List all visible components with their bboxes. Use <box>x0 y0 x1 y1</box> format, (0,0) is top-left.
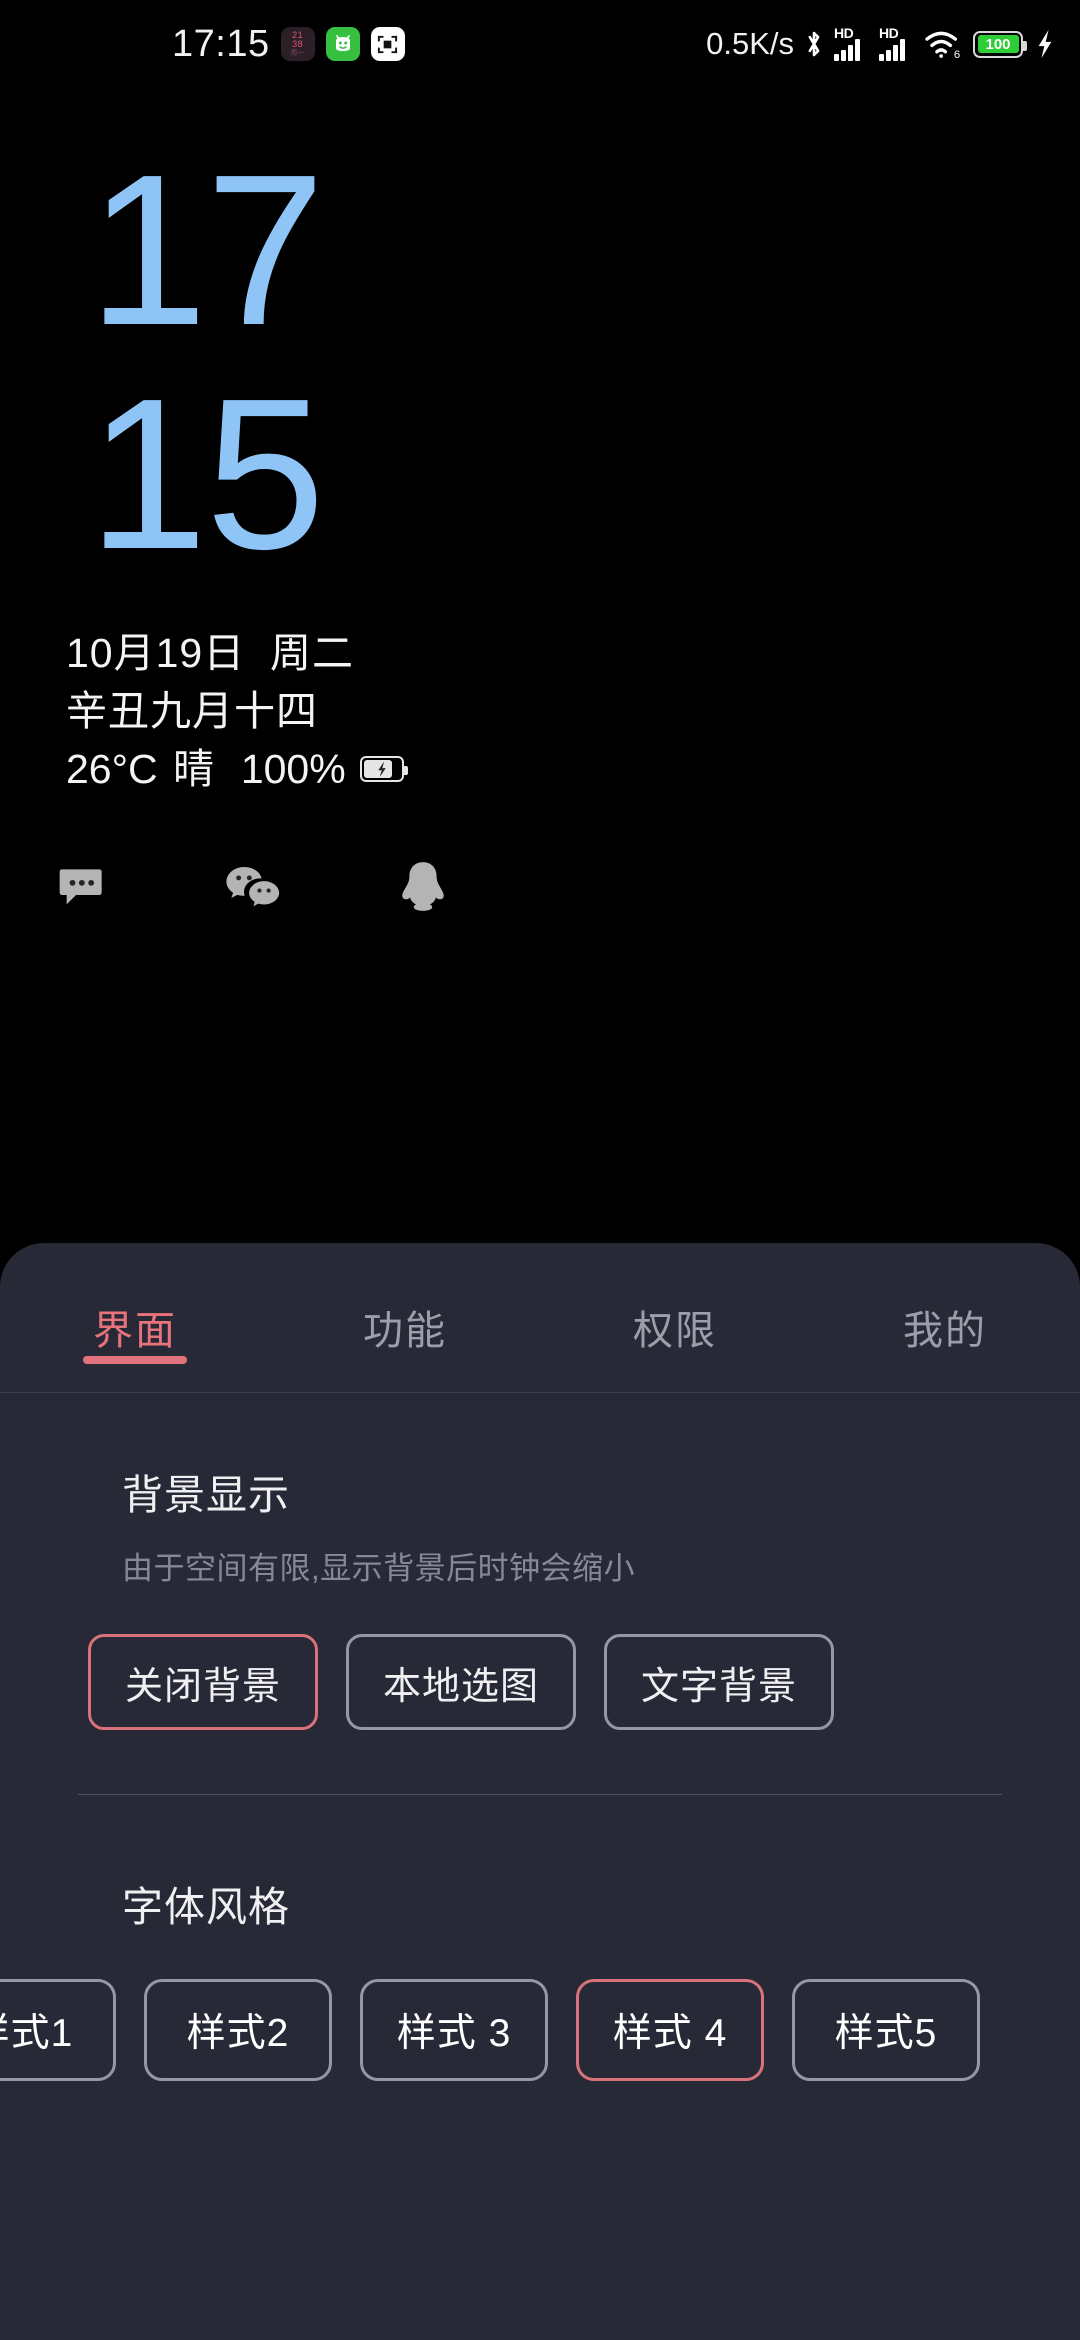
sim2-bars <box>879 39 905 61</box>
status-battery-level: 100 <box>985 35 1011 53</box>
lunar-date: 辛丑九月十四 <box>66 688 318 735</box>
font-style-chip-row[interactable]: 样式1 样式2 样式 3 样式 4 样式5 <box>0 1933 1080 2081</box>
font-style-chip-3-label: 样式 3 <box>396 2012 512 2055</box>
tab-interface-label: 界面 <box>93 1309 177 1353</box>
svg-text:6: 6 <box>954 49 960 61</box>
gregorian-date: 10月19日 周二 <box>66 629 354 676</box>
sim2-signal-icon: HD <box>879 25 915 61</box>
tab-permission-label: 权限 <box>633 1309 717 1353</box>
status-battery-icon: 100 <box>973 30 1027 58</box>
qq-penguin-icon <box>402 861 444 911</box>
font-style-chip-5[interactable]: 样式5 <box>792 1979 980 2081</box>
widget-notification-line2: 38 <box>292 39 304 49</box>
android-face-icon <box>335 35 350 51</box>
widget-charging-bolt-icon <box>377 761 386 778</box>
font-style-chip-1[interactable]: 样式1 <box>0 1979 116 2081</box>
background-display-section: 背景显示 由于空间有限,显示背景后时钟会缩小 关闭背景 本地选图 文字背景 <box>0 1393 1080 1730</box>
date-block: 10月19日 周二 辛丑九月十四 26°C 晴 100% <box>0 624 1080 799</box>
font-style-chip-3[interactable]: 样式 3 <box>360 1979 548 2081</box>
clock-minutes: 15 <box>88 352 325 594</box>
background-option-local-image-label: 本地选图 <box>383 1665 540 1708</box>
background-option-text-label: 文字背景 <box>641 1665 798 1708</box>
background-option-row: 关闭背景 本地选图 文字背景 <box>0 1588 1080 1730</box>
bluetooth-icon <box>808 31 820 57</box>
clock-hours: 17 <box>88 129 325 370</box>
font-style-chip-1-label: 样式1 <box>0 2012 74 2055</box>
scan-app-notification-icon[interactable] <box>370 27 405 61</box>
background-option-close-label: 关闭背景 <box>125 1665 282 1708</box>
font-style-chip-2[interactable]: 样式2 <box>144 1979 332 2081</box>
tab-mine-label: 我的 <box>903 1309 987 1353</box>
scan-qr-icon <box>378 35 398 53</box>
sim1-bars <box>834 39 860 61</box>
wechat-shortcut-icon[interactable] <box>220 855 286 921</box>
sms-shortcut-icon[interactable] <box>50 855 116 921</box>
tab-permission[interactable]: 权限 <box>540 1243 810 1392</box>
wifi-icon: 6 <box>925 31 960 61</box>
background-option-local-image[interactable]: 本地选图 <box>346 1634 577 1730</box>
widget-battery-icon <box>359 756 408 783</box>
status-bar-clock: 17:15 <box>172 22 270 65</box>
tab-bar: 界面 功能 权限 我的 <box>0 1243 1080 1393</box>
widget-notification-icon[interactable]: 21 38 周一 <box>280 27 315 61</box>
background-option-text[interactable]: 文字背景 <box>604 1634 835 1730</box>
qq-shortcut-icon[interactable] <box>390 855 456 921</box>
phone-screen: 17:15 21 38 周一 0.5K/s HD HD 6 100 17 15 … <box>0 0 1080 2340</box>
font-style-chip-5-label: 样式5 <box>834 2012 938 2055</box>
font-style-chip-2-label: 样式2 <box>186 2012 290 2055</box>
weather-battery-line: 26°C 晴 100% <box>66 740 1080 798</box>
clock-widget[interactable]: 17 15 10月19日 周二 辛丑九月十四 26°C 晴 100% <box>0 129 1080 921</box>
tab-mine[interactable]: 我的 <box>810 1243 1080 1392</box>
charging-bolt-icon <box>1038 29 1052 59</box>
green-app-notification-icon[interactable] <box>325 27 360 61</box>
font-style-section: 字体风格 样式1 样式2 样式 3 样式 4 样式5 <box>0 1795 1080 2081</box>
settings-panel: 界面 功能 权限 我的 背景显示 由于空间有限,显示背景后时钟会缩小 关闭背景 <box>0 1243 1080 2340</box>
status-bar-right: 0.5K/s HD HD 6 100 <box>706 25 1058 62</box>
sms-bubble-icon <box>59 868 102 904</box>
font-style-chip-4[interactable]: 样式 4 <box>576 1979 764 2081</box>
wechat-bubbles-icon <box>226 866 280 906</box>
widget-battery-percent: 100% <box>240 746 346 793</box>
network-speed-text: 0.5K/s <box>706 26 794 61</box>
tab-function-label: 功能 <box>363 1309 447 1353</box>
font-section-title: 字体风格 <box>122 1884 290 1930</box>
sim1-signal-icon: HD <box>834 25 870 61</box>
status-bar-left: 17:15 21 38 周一 <box>172 23 405 66</box>
background-section-subtitle: 由于空间有限,显示背景后时钟会缩小 <box>122 1551 636 1586</box>
status-bar: 17:15 21 38 周一 0.5K/s HD HD 6 100 <box>0 0 1080 88</box>
shortcut-row <box>0 855 1080 921</box>
tab-interface[interactable]: 界面 <box>0 1243 270 1392</box>
background-section-title: 背景显示 <box>122 1472 290 1518</box>
font-style-chip-4-label: 样式 4 <box>612 2012 728 2055</box>
active-tab-indicator <box>83 1356 187 1364</box>
big-clock[interactable]: 17 15 <box>0 129 1080 594</box>
spacer-2 <box>216 740 239 798</box>
spacer-1 <box>160 740 171 798</box>
tab-function[interactable]: 功能 <box>270 1243 540 1392</box>
weather-temperature: 26°C <box>66 746 158 793</box>
widget-notification-line3: 周一 <box>290 49 305 57</box>
background-option-close[interactable]: 关闭背景 <box>88 1634 319 1730</box>
weather-description: 晴 <box>173 746 215 793</box>
